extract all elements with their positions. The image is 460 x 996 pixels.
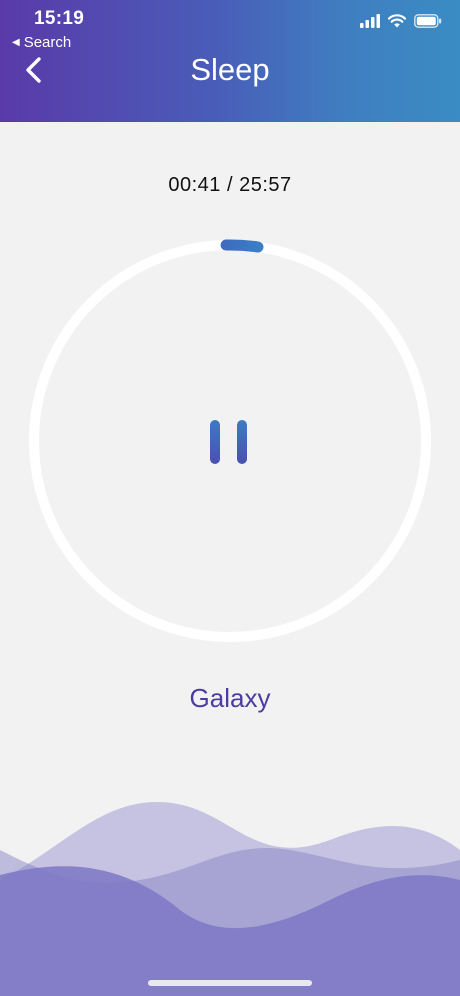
back-triangle-icon: ◀ bbox=[12, 37, 20, 48]
playback-timer: 00:41 / 25:57 bbox=[168, 174, 292, 196]
pause-icon bbox=[210, 420, 220, 464]
pause-button[interactable] bbox=[200, 412, 260, 472]
battery-icon bbox=[414, 14, 442, 28]
status-back-to-app[interactable]: ◀ Search bbox=[12, 34, 71, 51]
status-back-label: Search bbox=[23, 34, 72, 51]
app-header: 15:19 ◀ Search Sleep bbox=[0, 0, 460, 122]
track-name: Galaxy bbox=[189, 683, 271, 713]
status-time: 15:19 bbox=[34, 8, 85, 29]
pause-icon-bar bbox=[237, 420, 247, 464]
wifi-icon bbox=[388, 14, 406, 28]
page-title: Sleep bbox=[190, 52, 270, 87]
status-icons bbox=[360, 14, 442, 28]
cellular-signal-icon bbox=[360, 14, 380, 28]
home-indicator[interactable] bbox=[148, 980, 312, 986]
progress-arc bbox=[220, 239, 264, 253]
wave-decoration bbox=[0, 801, 460, 996]
